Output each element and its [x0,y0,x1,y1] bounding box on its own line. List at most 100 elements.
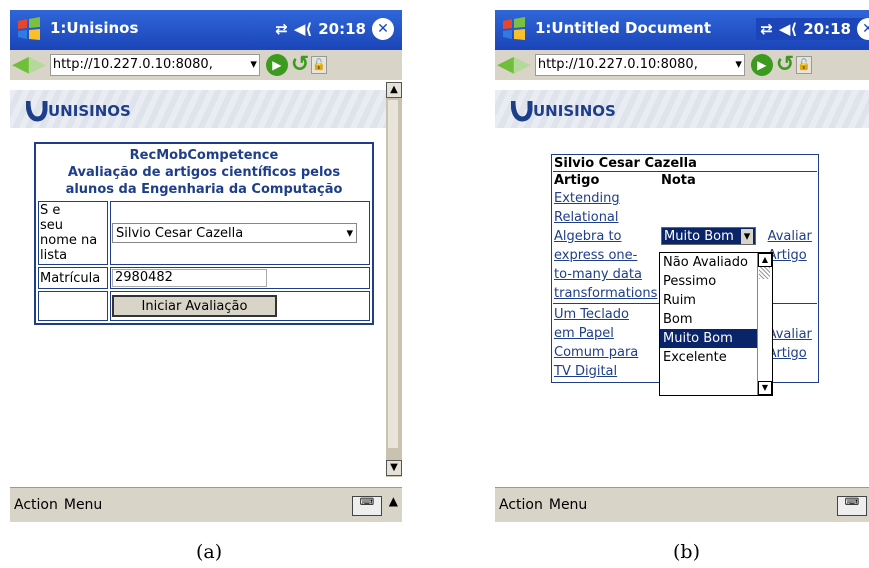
address-bar: ◀ ▶ http://10.227.0.10:8080, ▾ ▶ ↺ 🔓 [495,50,869,80]
article-link-line[interactable]: TV Digital [554,362,658,381]
unisinos-logo-icon [26,100,48,122]
col-header-nota: Nota [661,173,696,188]
forward-arrow-icon[interactable]: ▶ [514,54,531,76]
article-link-line[interactable]: express one- [554,246,658,265]
softkey-bar: Action Menu ⌨ ▲ [495,487,869,522]
dropdown-option[interactable]: Ruim [660,291,757,310]
article-link-line[interactable]: Um Teclado [554,305,658,324]
article-link-line[interactable]: Extending [554,189,658,208]
clock[interactable]: 20:18 [318,20,366,38]
dropdown-option[interactable]: Não Avaliado [660,253,757,272]
evaluate-link-cell: Avaliar Artigo [767,305,817,381]
form-header: RecMobCompetence Avaliação de artigos ci… [38,146,370,199]
keyboard-icon[interactable]: ⌨ [837,496,867,516]
page-viewport: UNISINOS RecMobCompetence Avaliação de a… [10,82,402,487]
scroll-thumb[interactable] [759,267,770,279]
empty-cell [38,291,108,321]
evaluate-link-cell: Avaliar Artigo [766,189,817,304]
article-link[interactable]: Extending Relational Algebra to express … [553,189,659,304]
forward-arrow-icon[interactable]: ▶ [29,54,46,76]
article-link-line[interactable]: Comum para [554,343,658,362]
window-title: 1:Unisinos [50,19,139,37]
connectivity-icon[interactable]: ⇄ [275,20,288,38]
scroll-down-icon[interactable]: ▼ [386,460,402,476]
speaker-icon[interactable]: ◀︎⟨ [294,20,312,38]
form-subtitle-2: alunos da Engenharia da Computação [65,182,343,197]
evaluate-article-link[interactable]: Artigo [768,246,816,265]
device-screen-a: 1:Unisinos ⇄ ◀︎⟨ 20:18 ✕ ◀ ▶ http://10.2… [10,10,402,530]
chevron-down-icon[interactable]: ▾ [346,226,353,241]
close-icon[interactable]: ✕ [857,18,869,40]
scroll-up-icon[interactable]: ▲ [386,82,402,98]
device-screen-b: 1:Untitled Document ⇄ ◀︎⟨ 20:18 ✕ ◀ ▶ ht… [495,10,869,530]
dropdown-option[interactable]: Excelente [660,348,757,367]
url-input[interactable]: http://10.227.0.10:8080, ▾ [534,54,745,76]
back-arrow-icon[interactable]: ◀ [497,54,514,76]
dropdown-option[interactable]: Bom [660,310,757,329]
page-viewport: UNISINOS Silvio Cesar Cazella Artigo Not… [495,82,869,487]
grade-dropdown-list[interactable]: Não Avaliado Pessimo Ruim Bom Muito Bom … [659,252,773,396]
article-link[interactable]: Um Teclado em Papel Comum para TV Digita… [553,305,659,381]
name-label: S e seu nome na lista [38,201,108,265]
name-label-line: seu [40,218,64,233]
chevron-down-icon[interactable]: ▾ [250,55,257,75]
button-cell: Iniciar Avaliação [110,291,370,321]
softkey-bar: Action Menu ⌨ ▲ [10,487,402,522]
back-arrow-icon[interactable]: ◀ [12,54,29,76]
vertical-scrollbar[interactable]: ▲ ▼ [386,82,402,477]
title-bar: 1:Unisinos ⇄ ◀︎⟨ 20:18 ✕ [10,10,402,50]
connectivity-icon[interactable]: ⇄ [760,20,773,38]
logo-text: UNISINOS [533,102,616,120]
name-label-line: lista [40,248,68,263]
dropdown-option-selected[interactable]: Muito Bom [660,329,757,348]
scroll-down-icon[interactable]: ▼ [758,381,772,395]
form-title: RecMobCompetence [129,148,279,163]
url-text: http://10.227.0.10:8080, [52,57,213,72]
unisinos-logo-icon [511,100,533,122]
chevron-up-icon[interactable]: ▲ [389,494,398,508]
chevron-down-icon[interactable]: ▾ [735,55,742,75]
action-softkey[interactable]: Action [499,497,543,513]
window-title: 1:Untitled Document [535,19,712,37]
go-icon[interactable]: ▶ [265,54,288,76]
windows-start-icon[interactable] [16,16,42,42]
matricula-input[interactable]: 2980482 [112,269,267,287]
name-select[interactable]: Silvio Cesar Cazella ▾ [112,223,357,243]
evaluate-article-link[interactable]: Avaliar [768,325,816,344]
chevron-down-icon[interactable]: ▾ [741,228,753,244]
scroll-thumb[interactable] [388,100,398,448]
close-icon[interactable]: ✕ [372,18,394,40]
grade-select-value: Muito Bom [664,228,734,244]
evaluate-article-link[interactable]: Avaliar [768,227,816,246]
site-banner: UNISINOS [10,90,402,128]
url-input[interactable]: http://10.227.0.10:8080, ▾ [49,54,260,76]
grade-select[interactable]: Muito Bom ▾ [661,227,756,245]
evaluate-article-link[interactable]: Artigo [768,344,816,363]
menu-softkey[interactable]: Menu [549,497,587,513]
windows-start-icon[interactable] [501,16,527,42]
refresh-icon[interactable]: ↺ [291,54,309,76]
dropdown-option[interactable]: Pessimo [660,272,757,291]
col-header-artigo: Artigo [554,173,600,188]
matricula-label: Matrícula [38,267,108,289]
url-text: http://10.227.0.10:8080, [537,57,698,72]
matricula-cell: 2980482 [110,267,370,289]
refresh-icon[interactable]: ↺ [776,54,794,76]
article-link-line[interactable]: em Papel [554,324,658,343]
clock[interactable]: 20:18 [803,20,851,38]
article-link-line[interactable]: transformations [554,284,658,303]
dropdown-scrollbar[interactable]: ▲ ▼ [757,253,772,395]
go-icon[interactable]: ▶ [750,54,773,76]
scroll-up-icon[interactable]: ▲ [758,253,772,267]
article-link-line[interactable]: to-many data [554,265,658,284]
article-link-line[interactable]: Algebra to [554,227,658,246]
start-evaluation-button[interactable]: Iniciar Avaliação [112,295,277,317]
lock-icon: 🔓 [796,56,813,74]
action-softkey[interactable]: Action [14,497,58,513]
article-link-line[interactable]: Relational [554,208,658,227]
keyboard-icon[interactable]: ⌨ [352,496,382,516]
speaker-icon[interactable]: ◀︎⟨ [779,20,797,38]
name-label-line: S e [40,203,61,218]
caption-a: (a) [196,541,223,563]
menu-softkey[interactable]: Menu [64,497,102,513]
